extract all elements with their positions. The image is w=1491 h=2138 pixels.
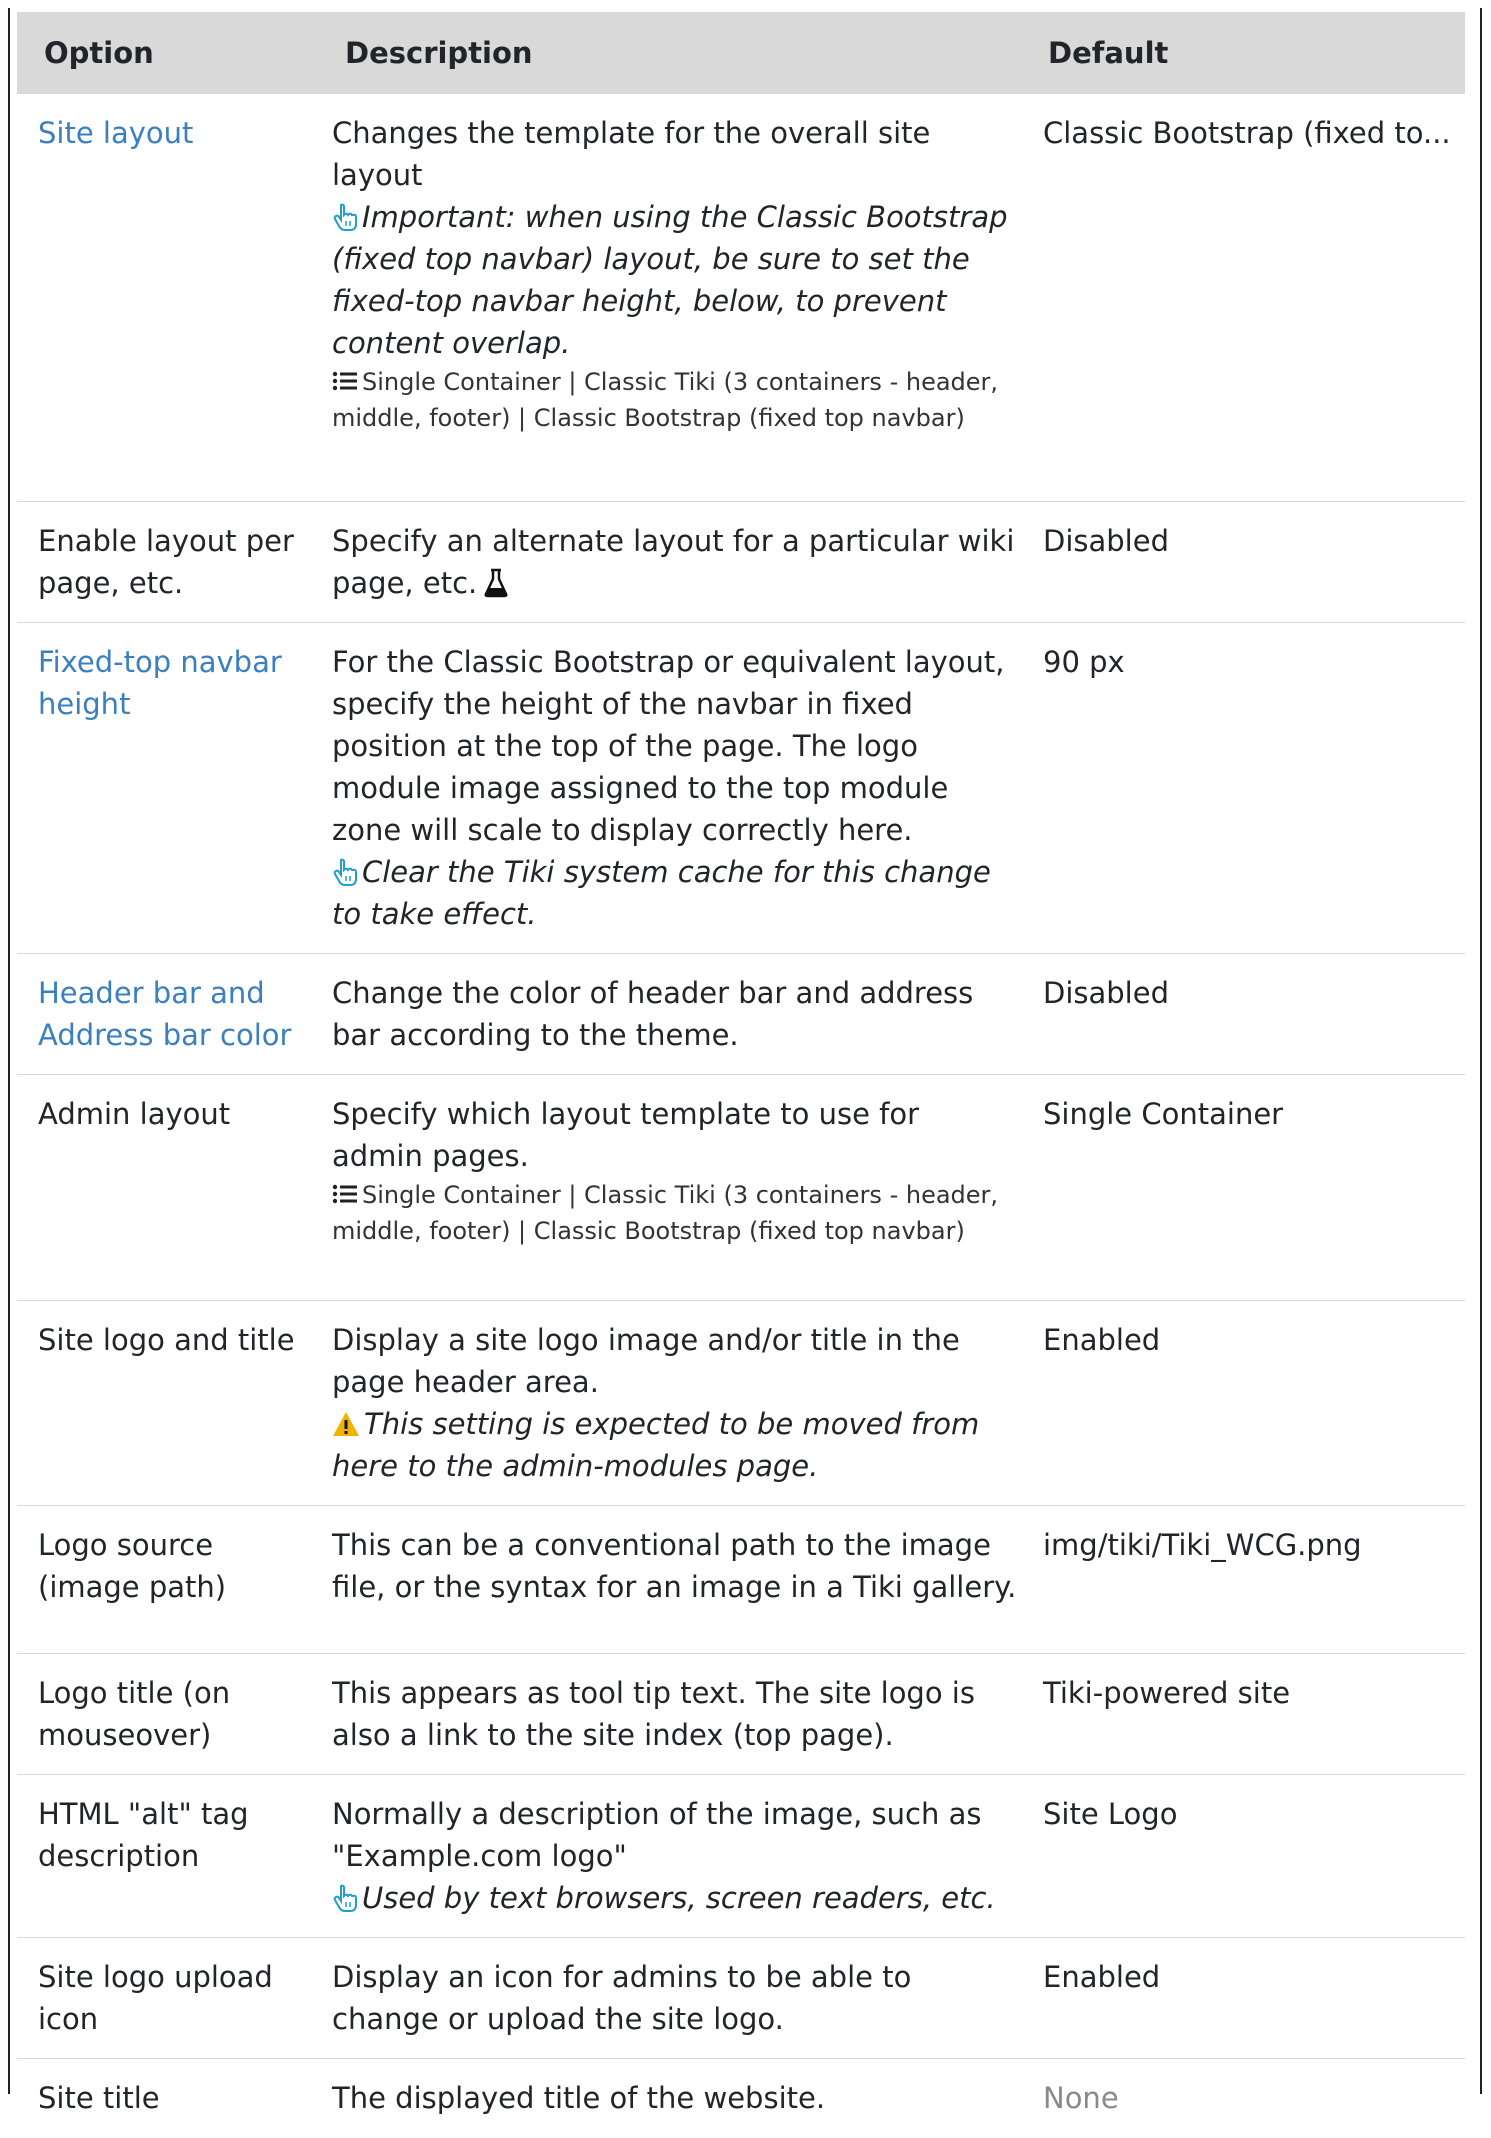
table-row: Logo source (image path) This can be a c… <box>17 1504 1465 1653</box>
option-note: Clear the Tiki system cache for this cha… <box>332 854 991 931</box>
option-note: Important: when using the Classic Bootst… <box>332 200 1008 360</box>
default-value: Enabled <box>1029 1936 1465 2058</box>
default-value: Tiki-powered site <box>1029 1652 1465 1774</box>
option-link-site-layout[interactable]: Site layout <box>38 116 193 150</box>
default-value: Classic Bootstrap (fixed to... <box>1043 116 1451 150</box>
table-header-row: Option Description Default <box>17 12 1465 94</box>
option-description: For the Classic Bootstrap or equivalent … <box>332 644 1005 847</box>
option-note: Used by text browsers, screen readers, e… <box>332 1877 1017 1919</box>
option-label: Site title <box>17 2057 318 2138</box>
option-description: Display an icon for admins to be able to… <box>318 1936 1029 2058</box>
column-header-description: Description <box>318 12 1029 94</box>
table-row: Fixed-top navbar height For the Classic … <box>17 621 1465 953</box>
table-row: Header bar and Address bar color Change … <box>17 952 1465 1074</box>
option-description: This appears as tool tip text. The site … <box>318 1652 1029 1774</box>
table-row: Site logo and title Display a site logo … <box>17 1299 1465 1505</box>
default-value: Disabled <box>1029 500 1465 622</box>
option-description: Normally a description of the image, suc… <box>332 1796 982 1873</box>
option-choices: Single Container | Classic Tiki (3 conta… <box>332 368 999 432</box>
default-value: img/tiki/Tiki_WCG.png <box>1029 1504 1465 1653</box>
default-value: Disabled <box>1029 952 1465 1074</box>
option-label: Logo title (on mouseover) <box>17 1652 318 1774</box>
table-row: Site layout Changes the template for the… <box>17 94 1465 501</box>
column-header-default: Default <box>1029 12 1465 94</box>
default-value: Site Logo <box>1029 1773 1465 1937</box>
list-icon <box>332 1184 357 1203</box>
option-link-header-bar-color[interactable]: Header bar and Address bar color <box>38 976 291 1052</box>
option-warning: This setting is expected to be moved fro… <box>332 1406 980 1483</box>
option-label: HTML "alt" tag description <box>17 1773 318 1937</box>
option-description: Display a site logo image and/or title i… <box>332 1322 960 1399</box>
hand-pointer-icon <box>333 858 357 886</box>
list-icon <box>332 371 357 391</box>
table-row: Logo title (on mouseover) This appears a… <box>17 1652 1465 1774</box>
option-choices: Single Container | Classic Tiki (3 conta… <box>332 1180 999 1245</box>
hand-pointer-icon <box>333 1884 357 1912</box>
option-label: Site logo and title <box>17 1299 318 1505</box>
table-row: Site logo upload icon Display an icon fo… <box>17 1936 1465 2058</box>
option-description: Change the color of header bar and addre… <box>318 952 1029 1074</box>
option-label: Logo source (image path) <box>17 1504 318 1653</box>
option-description: The displayed title of the website. <box>318 2057 1029 2138</box>
preferences-table: Option Description Default Site layout C… <box>17 12 1465 2138</box>
column-header-option: Option <box>17 12 318 94</box>
default-value: 90 px <box>1029 621 1465 953</box>
option-label: Enable layout per page, etc. <box>17 500 318 622</box>
option-label: Site logo upload icon <box>17 1936 318 2058</box>
hand-pointer-icon <box>333 203 357 231</box>
flask-icon <box>484 568 508 597</box>
default-value: Enabled <box>1029 1299 1465 1505</box>
option-description: Specify an alternate layout for a partic… <box>332 523 1015 600</box>
default-value: Single Container <box>1029 1073 1465 1300</box>
option-link-fixed-top-navbar-height[interactable]: Fixed-top navbar height <box>38 645 282 721</box>
option-description: This can be a conventional path to the i… <box>318 1504 1029 1653</box>
option-label: Admin layout <box>17 1073 318 1300</box>
table-row: Site title The displayed title of the we… <box>17 2057 1465 2138</box>
table-row: Admin layout Specify which layout templa… <box>17 1073 1465 1300</box>
option-description: Changes the template for the overall sit… <box>332 116 931 192</box>
default-value: None <box>1029 2057 1465 2138</box>
table-row: HTML "alt" tag description Normally a de… <box>17 1773 1465 1937</box>
warning-icon <box>333 1411 359 1436</box>
option-description: Specify which layout template to use for… <box>332 1096 920 1173</box>
table-row: Enable layout per page, etc. Specify an … <box>17 500 1465 622</box>
